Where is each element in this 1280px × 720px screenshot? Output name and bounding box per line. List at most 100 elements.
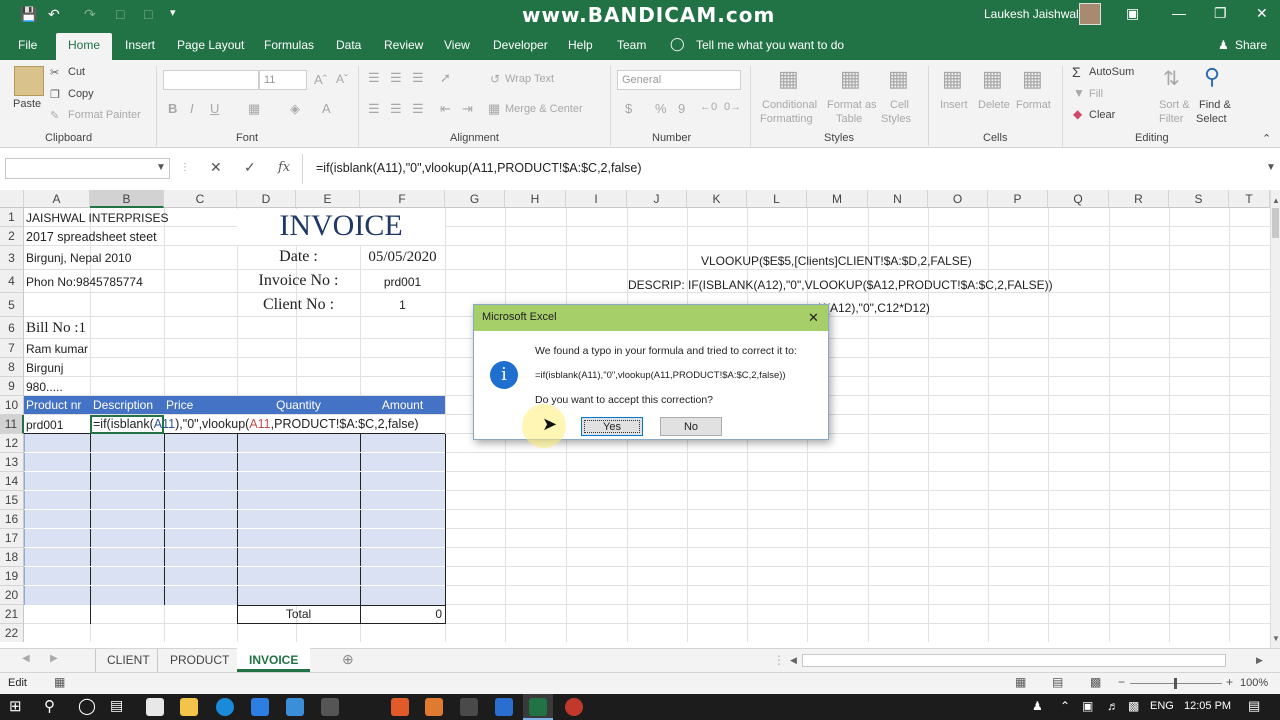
conditional-formatting-label[interactable]: Conditional <box>762 99 817 111</box>
collapse-ribbon-icon[interactable]: ⌃ <box>1262 132 1271 145</box>
app-icon-2[interactable] <box>460 698 478 716</box>
client-no-value[interactable]: 1 <box>360 298 445 312</box>
cell-a4[interactable]: Phon No:9845785774 <box>26 275 143 289</box>
fill-color-icon[interactable]: ◈ <box>290 101 300 117</box>
clear-button[interactable]: Clear <box>1089 109 1115 121</box>
search-icon[interactable]: ⚲ <box>44 697 55 715</box>
decrease-indent-icon[interactable]: ⇤ <box>440 101 451 117</box>
cell-a1[interactable]: JAISHWAL INTERPRISES <box>26 211 168 225</box>
row-header-21[interactable]: 21 <box>0 605 24 624</box>
paste-button[interactable]: Paste <box>13 98 41 110</box>
col-header-e[interactable]: E <box>296 190 360 208</box>
new-sheet-icon[interactable]: ⊕ <box>342 651 354 668</box>
insert-cells-button[interactable]: Insert <box>940 99 968 111</box>
xampp-icon[interactable] <box>425 698 443 716</box>
zoom-level[interactable]: 100% <box>1240 677 1268 689</box>
share-button[interactable]: Share <box>1235 38 1267 52</box>
redo-icon[interactable]: ↷ <box>84 6 96 23</box>
cancel-icon[interactable]: ✕ <box>210 159 222 176</box>
row-header-14[interactable]: 14 <box>0 472 24 491</box>
zoom-in-icon[interactable]: + <box>1226 675 1233 689</box>
hscroll-thumb[interactable] <box>802 654 1226 667</box>
task-view-icon[interactable]: ▤ <box>110 697 123 714</box>
row-header-19[interactable]: 19 <box>0 567 24 586</box>
zoom-slider-thumb[interactable] <box>1174 678 1177 689</box>
enter-icon[interactable]: ✓ <box>244 159 256 176</box>
tab-home[interactable]: Home <box>56 33 112 60</box>
header-quantity[interactable]: Quantity <box>237 398 360 412</box>
font-color-icon[interactable]: A <box>322 101 331 116</box>
col-header-i[interactable]: I <box>566 190 627 208</box>
undo-icon[interactable]: ↶ <box>48 6 60 23</box>
col-header-a[interactable]: A <box>24 190 90 208</box>
cell-b11-editing[interactable]: =if(isblank(A11),"0",vlookup(A11,PRODUCT… <box>93 417 419 431</box>
close-icon[interactable]: ✕ <box>1256 5 1268 22</box>
windows-start-icon[interactable]: ⊞ <box>9 697 22 715</box>
row-header-20[interactable]: 20 <box>0 586 24 605</box>
col-header-c[interactable]: C <box>164 190 237 208</box>
expand-formula-icon[interactable]: ▼ <box>1266 162 1276 173</box>
font-size-select[interactable]: 11 <box>259 70 307 90</box>
cell-a3[interactable]: Birgunj, Nepal 2010 <box>26 251 131 265</box>
people-icon[interactable]: ♟ <box>1032 699 1043 713</box>
header-product-nr[interactable]: Product nr <box>26 398 81 412</box>
col-header-p[interactable]: P <box>988 190 1048 208</box>
format-as-table-label[interactable]: Format as <box>827 99 877 111</box>
name-box[interactable] <box>5 158 170 179</box>
row-header-5[interactable]: 5 <box>0 293 24 317</box>
bold-icon[interactable]: B <box>168 101 177 116</box>
open-icon[interactable]: □ <box>144 6 152 22</box>
share-icon[interactable]: ♟ <box>1218 38 1229 52</box>
row-header-3[interactable]: 3 <box>0 246 24 270</box>
col-header-d[interactable]: D <box>237 190 296 208</box>
clock[interactable]: 12:05 PM <box>1184 700 1231 712</box>
sort-filter-label-2[interactable]: Filter <box>1159 113 1183 125</box>
total-label[interactable]: Total <box>237 607 360 621</box>
header-description[interactable]: Description <box>93 398 153 412</box>
cell-a2[interactable]: 2017 spreadsheet steet <box>26 230 157 244</box>
zoom-out-icon[interactable]: − <box>1118 675 1125 689</box>
delete-cells-button[interactable]: Delete <box>978 99 1010 111</box>
col-header-m[interactable]: M <box>807 190 868 208</box>
customize-qat-icon[interactable]: ▾ <box>170 6 176 19</box>
date-value[interactable]: 05/05/2020 <box>360 249 445 266</box>
row-header-6[interactable]: 6 <box>0 317 24 339</box>
italic-icon[interactable]: I <box>190 101 194 116</box>
tab-developer[interactable]: Developer <box>493 38 548 52</box>
sheet-tab-product[interactable]: PRODUCT <box>170 653 229 667</box>
note-vlookup[interactable]: VLOOKUP($E$5,[Clients]CLIENT!$A:$D,2,FAL… <box>701 254 972 268</box>
paste-icon[interactable] <box>14 66 44 96</box>
sheet-tab-invoice[interactable]: INVOICE <box>237 648 310 672</box>
dialog-close-icon[interactable]: ✕ <box>808 310 819 326</box>
tab-review[interactable]: Review <box>384 38 423 52</box>
merge-center-button[interactable]: Merge & Center <box>505 103 583 115</box>
tab-team[interactable]: Team <box>617 38 646 52</box>
tray-chevron-icon[interactable]: ⌃ <box>1060 699 1070 713</box>
scroll-thumb[interactable] <box>1272 208 1279 238</box>
col-header-q[interactable]: Q <box>1048 190 1109 208</box>
align-center-icon[interactable]: ☰ <box>390 101 402 117</box>
comma-icon[interactable]: 9 <box>678 101 685 116</box>
mail-icon[interactable] <box>286 698 304 716</box>
number-format-select[interactable]: General <box>617 70 741 90</box>
excel-taskbar-button[interactable] <box>523 694 553 720</box>
page-layout-view-icon[interactable]: ▤ <box>1052 675 1063 689</box>
security-icon[interactable] <box>321 698 339 716</box>
cell-a8[interactable]: Birgunj <box>26 361 63 375</box>
orientation-icon[interactable]: ➚ <box>440 70 451 86</box>
decrease-decimal-icon[interactable]: 0→ <box>724 101 741 113</box>
battery-icon[interactable]: ▩ <box>1128 699 1139 713</box>
tab-formulas[interactable]: Formulas <box>264 38 314 52</box>
currency-icon[interactable]: $ <box>625 101 632 116</box>
vertical-scrollbar[interactable]: ▲ ▼ <box>1270 190 1280 648</box>
app-icon[interactable] <box>251 698 269 716</box>
row-header-22[interactable]: 22 <box>0 624 24 642</box>
hscroll-right-icon[interactable]: ▶ <box>1256 655 1263 666</box>
align-left-icon[interactable]: ☰ <box>368 101 380 117</box>
no-button[interactable]: No <box>660 417 722 436</box>
format-cells-button[interactable]: Format <box>1016 99 1051 111</box>
conditional-formatting-label-2[interactable]: Formatting <box>760 113 813 125</box>
format-as-table-label-2[interactable]: Table <box>836 113 862 125</box>
avatar[interactable] <box>1079 3 1101 25</box>
row-header-2[interactable]: 2 <box>0 227 24 246</box>
